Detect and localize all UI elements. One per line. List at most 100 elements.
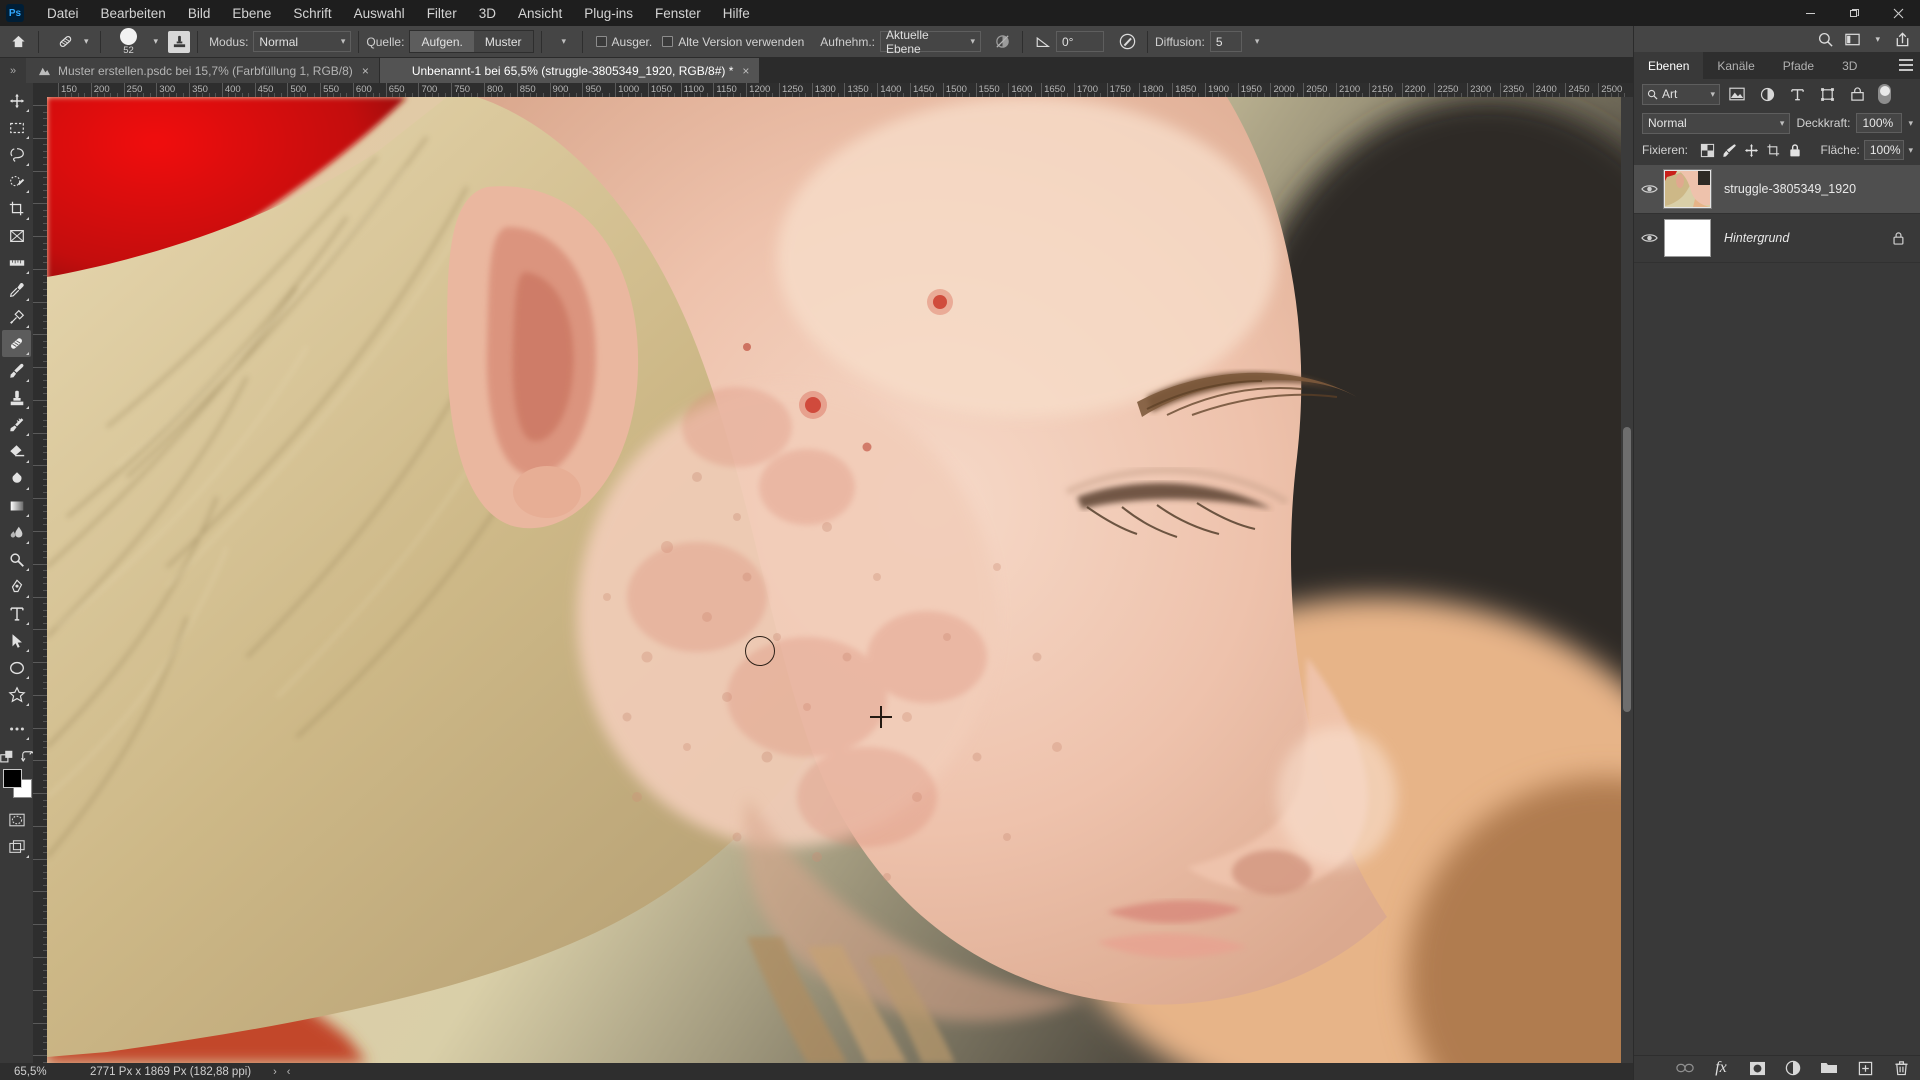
tool-custom-shape[interactable] — [2, 681, 31, 708]
tool-type[interactable] — [2, 600, 31, 627]
tool-crop[interactable] — [2, 195, 31, 222]
layer-thumbnail[interactable] — [1664, 219, 1711, 257]
minimize-button[interactable] — [1788, 0, 1832, 26]
foreground-color-swatch[interactable] — [2, 769, 22, 788]
tool-dodge[interactable] — [2, 546, 31, 573]
tool-move[interactable] — [2, 87, 31, 114]
layer-visibility-eye-icon[interactable] — [1634, 232, 1664, 244]
tool-quick-selection[interactable] — [2, 168, 31, 195]
panel-tab-3d[interactable]: 3D — [1828, 52, 1872, 79]
filter-smart-object-icon[interactable] — [1844, 83, 1870, 105]
panel-tab-ebenen[interactable]: Ebenen — [1634, 52, 1704, 79]
opacity-input[interactable]: 100% — [1856, 113, 1903, 133]
home-button[interactable] — [5, 29, 31, 55]
tool-eraser[interactable] — [2, 438, 31, 465]
delete-layer-icon[interactable] — [1891, 1058, 1911, 1078]
lock-artboard-nesting-icon[interactable] — [1764, 140, 1782, 160]
tool-healing-brush[interactable] — [2, 330, 31, 357]
menu-item-3d[interactable]: 3D — [468, 3, 507, 24]
opacity-chevron-icon[interactable]: ▾ — [1908, 118, 1913, 129]
tool-rectangular-marquee[interactable] — [2, 114, 31, 141]
panel-tab-kanäle[interactable]: Kanäle — [1703, 52, 1769, 79]
status-next-arrow[interactable]: › — [273, 1066, 277, 1078]
layer-thumbnail[interactable] — [1663, 169, 1712, 209]
filter-kind-select[interactable]: Art ▾ — [1642, 83, 1720, 105]
filter-shape-icon[interactable] — [1814, 83, 1840, 105]
search-icon[interactable] — [1817, 31, 1834, 48]
lock-image-pixels-icon[interactable] — [1720, 140, 1738, 160]
zoom-level[interactable]: 65,5% — [0, 1066, 62, 1078]
tool-preset-chevron-icon[interactable]: ▾ — [84, 36, 89, 47]
tool-pen[interactable] — [2, 573, 31, 600]
lock-transparent-pixels-icon[interactable] — [1698, 140, 1716, 160]
blend-mode-select[interactable]: Normal ▾ — [1642, 112, 1791, 134]
close-icon[interactable]: × — [742, 65, 749, 77]
tool-frame[interactable] — [2, 222, 31, 249]
source-option-pattern[interactable]: Muster — [473, 31, 533, 52]
filter-toggle[interactable] — [1878, 84, 1891, 104]
layer-row[interactable]: Hintergrund — [1634, 214, 1920, 263]
edit-toolbar-icon[interactable] — [0, 749, 15, 765]
document-tab-active[interactable]: Unbenannt-1 bei 65,5% (struggle-3805349_… — [379, 58, 761, 83]
fill-chevron-icon[interactable]: ▾ — [1908, 145, 1913, 156]
expand-panels-icon[interactable]: » — [0, 58, 26, 83]
more-tools-icon[interactable] — [2, 715, 31, 742]
filter-adjustment-icon[interactable] — [1754, 83, 1780, 105]
menu-item-ansicht[interactable]: Ansicht — [507, 3, 573, 24]
workspace-chevron-icon[interactable]: ▾ — [1875, 34, 1880, 45]
close-button[interactable] — [1876, 0, 1920, 26]
new-group-icon[interactable] — [1819, 1058, 1839, 1078]
tool-clone-stamp[interactable] — [2, 384, 31, 411]
menu-item-datei[interactable]: Datei — [36, 3, 90, 24]
tool-gradient[interactable] — [2, 465, 31, 492]
diffusion-stepper[interactable]: ▾ — [1241, 31, 1264, 52]
tool-eyedropper[interactable] — [2, 276, 31, 303]
tool-gradient-fill[interactable] — [2, 492, 31, 519]
menu-item-fenster[interactable]: Fenster — [644, 3, 712, 24]
maximize-button[interactable] — [1832, 0, 1876, 26]
canvas-vertical-scrollbar[interactable] — [1621, 97, 1633, 1063]
mode-select[interactable]: Normal ▾ — [253, 31, 352, 52]
legacy-checkbox[interactable]: Alte Version verwenden — [662, 35, 804, 49]
screen-mode-icon[interactable] — [2, 833, 31, 860]
tool-history-brush[interactable] — [2, 411, 31, 438]
lock-position-icon[interactable] — [1742, 140, 1760, 160]
tool-path-selection[interactable] — [2, 627, 31, 654]
lock-all-icon[interactable] — [1786, 140, 1804, 160]
fill-input[interactable]: 100% — [1863, 140, 1905, 160]
healing-brush-icon[interactable] — [50, 29, 80, 55]
angle-input[interactable]: 0° — [1056, 31, 1104, 52]
panel-tab-pfade[interactable]: Pfade — [1768, 52, 1829, 79]
quick-mask-icon[interactable] — [2, 806, 31, 833]
tool-spot-healing[interactable] — [2, 303, 31, 330]
tool-measure[interactable] — [2, 249, 31, 276]
pattern-picker[interactable]: ▾ — [548, 31, 575, 52]
menu-item-filter[interactable]: Filter — [416, 3, 468, 24]
diffusion-input[interactable]: 5 — [1209, 31, 1242, 52]
tool-brush[interactable] — [2, 357, 31, 384]
close-icon[interactable]: × — [362, 65, 369, 77]
status-prev-arrow[interactable]: ‹ — [287, 1066, 291, 1078]
brush-preset-chevron-icon[interactable]: ▾ — [154, 36, 159, 47]
menu-item-ebene[interactable]: Ebene — [221, 3, 282, 24]
ignore-adjustment-layers-icon[interactable] — [989, 30, 1015, 54]
layer-row[interactable]: struggle-3805349_1920 — [1634, 165, 1920, 214]
menu-item-bild[interactable]: Bild — [177, 3, 222, 24]
new-adjustment-layer-icon[interactable] — [1783, 1058, 1803, 1078]
tool-ellipse[interactable] — [2, 654, 31, 681]
menu-item-auswahl[interactable]: Auswahl — [343, 3, 416, 24]
link-layers-icon[interactable] — [1675, 1058, 1695, 1078]
filter-type-icon[interactable] — [1784, 83, 1810, 105]
filter-pixel-icon[interactable] — [1724, 83, 1750, 105]
layer-visibility-eye-icon[interactable] — [1634, 183, 1664, 195]
tool-lasso[interactable] — [2, 141, 31, 168]
color-swatches[interactable] — [2, 769, 32, 799]
document-dimensions[interactable]: 2771 Px x 1869 Px (182,88 ppi) — [62, 1066, 251, 1078]
add-layer-mask-icon[interactable] — [1747, 1058, 1767, 1078]
menu-item-bearbeiten[interactable]: Bearbeiten — [90, 3, 177, 24]
share-icon[interactable] — [1894, 31, 1911, 48]
brush-size-preview[interactable]: 52 — [108, 27, 150, 57]
add-layer-style-icon[interactable]: fx — [1711, 1058, 1731, 1078]
pressure-size-icon[interactable] — [1114, 30, 1140, 54]
panel-menu-icon[interactable] — [1899, 59, 1913, 71]
